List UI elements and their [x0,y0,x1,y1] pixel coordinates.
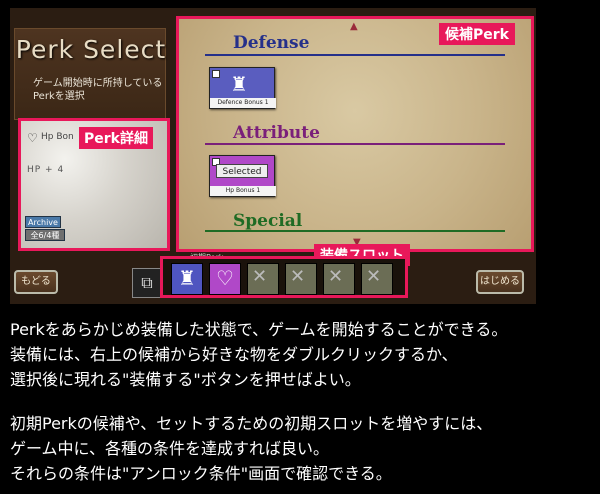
perk-detail-effect: HP + 4 [27,165,65,175]
slot-attribute[interactable]: ♡ [209,263,241,295]
slot-defense[interactable]: ♜ [171,263,203,295]
shield-person-icon: ♜ [178,266,196,290]
start-button[interactable]: はじめる [476,270,524,294]
perk-card-hp-bonus[interactable]: Selected Hp Bonus 1 [209,155,276,197]
slot-locked[interactable]: ✕ [247,263,279,295]
equip-slots-panel: ♜ ♡ ✕ ✕ ✕ ✕ [160,256,408,298]
title-subtitle: ゲーム開始時に所持しているPerkを選択 [33,78,163,102]
category-attribute: Attribute [233,123,320,143]
perk-detail-background: ♡ Hp Bon Perk詳細 HP + 4 Archive 全6/4種 [21,121,167,248]
back-button[interactable]: もどる [14,270,58,294]
lock-icon: ✕ [328,266,344,287]
category-special: Special [233,211,303,231]
slot-locked[interactable]: ✕ [285,263,317,295]
category-defense-line [205,54,505,56]
archive-value: 全6/4種 [25,229,65,241]
perk-detail-panel: ♡ Hp Bon Perk詳細 HP + 4 Archive 全6/4種 [18,118,170,251]
scroll-up-arrow-icon[interactable]: ▲ [350,21,358,32]
heart-icon: ♡ [27,131,38,145]
heart-icon: ♡ [216,266,234,290]
lock-icon: ✕ [252,266,268,287]
candidate-perk-panel: ▲ 候補Perk Defense ♜ Defence Bonus 1 Attri… [176,16,534,252]
category-attribute-line [205,143,505,145]
slot-locked[interactable]: ✕ [361,263,393,295]
lock-icon: ✕ [290,266,306,287]
slot-locked[interactable]: ✕ [323,263,355,295]
perk-card-defence-bonus[interactable]: ♜ Defence Bonus 1 [209,67,276,109]
lock-icon: ✕ [366,266,382,287]
description-line-5: ゲーム中に、各種の条件を達成すれば良い。 [10,439,330,458]
description-line-4: 初期Perkの候補や、セットするための初期スロットを増やすには、 [10,414,493,433]
perk-detail-tag: Perk詳細 [79,127,153,149]
category-special-line [205,230,505,232]
perk-detail-name: Hp Bon [41,132,74,142]
equip-slot-icon[interactable]: ⧉ [132,268,162,298]
description-line-6: それらの条件は"アンロック条件"画面で確認できる。 [10,464,392,483]
candidate-perk-tag: 候補Perk [439,23,515,45]
shield-person-icon: ♜ [230,72,248,96]
perk-card-label: Hp Bonus 1 [210,186,276,196]
candidate-perk-background[interactable]: ▲ 候補Perk Defense ♜ Defence Bonus 1 Attri… [179,19,531,249]
description-line-3: 選択後に現れる"装備する"ボタンを押せばよい。 [10,370,361,389]
perk-card-label: Defence Bonus 1 [210,98,276,108]
description-line-1: Perkをあらかじめ装備した状態で、ゲームを開始することができる。 [10,320,508,339]
page-title: Perk Select [15,35,167,64]
description-line-2: 装備には、右上の候補から好きな物をダブルクリックするか、 [10,345,458,364]
selected-badge: Selected [216,164,268,178]
category-defense: Defense [233,33,310,53]
perk-rank-badge [212,70,220,78]
archive-label: Archive [25,216,61,228]
title-board: Perk Select ゲーム開始時に所持しているPerkを選択 [14,28,166,120]
